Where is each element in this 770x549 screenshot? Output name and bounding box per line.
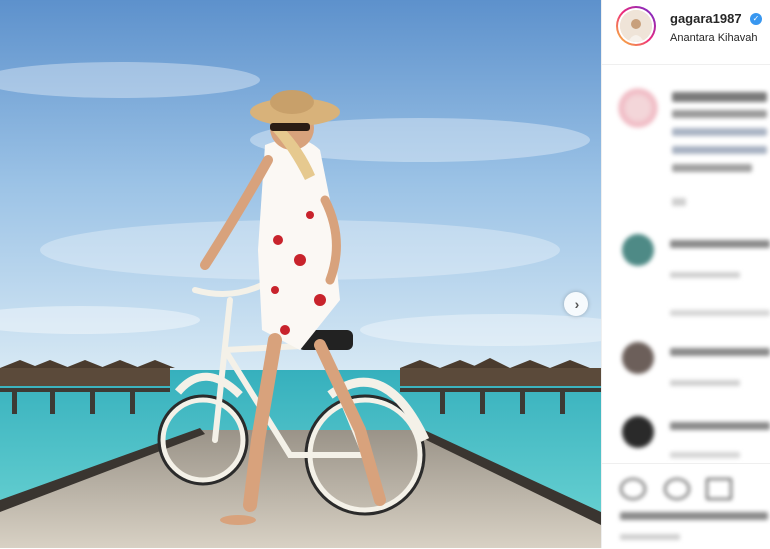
comment-avatar: [622, 234, 654, 266]
comment-meta: [672, 198, 686, 206]
comment-text: [672, 110, 767, 118]
avatar[interactable]: [616, 6, 656, 46]
post-actions: [602, 463, 770, 549]
avatar-image: [620, 10, 652, 42]
verified-badge-icon: ✓: [750, 13, 762, 25]
comment-meta: [670, 452, 740, 458]
comment-text: [672, 128, 767, 136]
photo-scene: [0, 0, 601, 548]
likes-text: [620, 512, 768, 520]
comment-meta: [670, 380, 740, 386]
comment-avatar: [622, 416, 654, 448]
comment-meta: [670, 272, 740, 278]
heart-icon[interactable]: [620, 478, 646, 500]
comment-text: [670, 348, 770, 356]
comment-meta: [670, 310, 770, 316]
comment-text: [670, 240, 770, 248]
comment-text: [672, 92, 767, 102]
comment-avatar: [618, 88, 658, 128]
comment-icon[interactable]: [664, 478, 690, 500]
username-link[interactable]: gagara1987: [670, 11, 742, 26]
post-sidebar: gagara1987 ✓ Anantara Kihavah: [601, 0, 770, 548]
post-header: gagara1987 ✓ Anantara Kihavah: [602, 0, 770, 65]
chevron-right-icon: ›: [574, 296, 580, 312]
comment-text: [672, 146, 767, 154]
timestamp: [620, 534, 680, 540]
post-photo[interactable]: ›: [0, 0, 601, 548]
comment-avatar: [622, 342, 654, 374]
location-link[interactable]: Anantara Kihavah: [670, 32, 757, 44]
next-photo-button[interactable]: ›: [564, 292, 588, 316]
share-icon[interactable]: [706, 478, 732, 500]
comment-text: [672, 164, 752, 172]
comment-text: [670, 422, 770, 430]
